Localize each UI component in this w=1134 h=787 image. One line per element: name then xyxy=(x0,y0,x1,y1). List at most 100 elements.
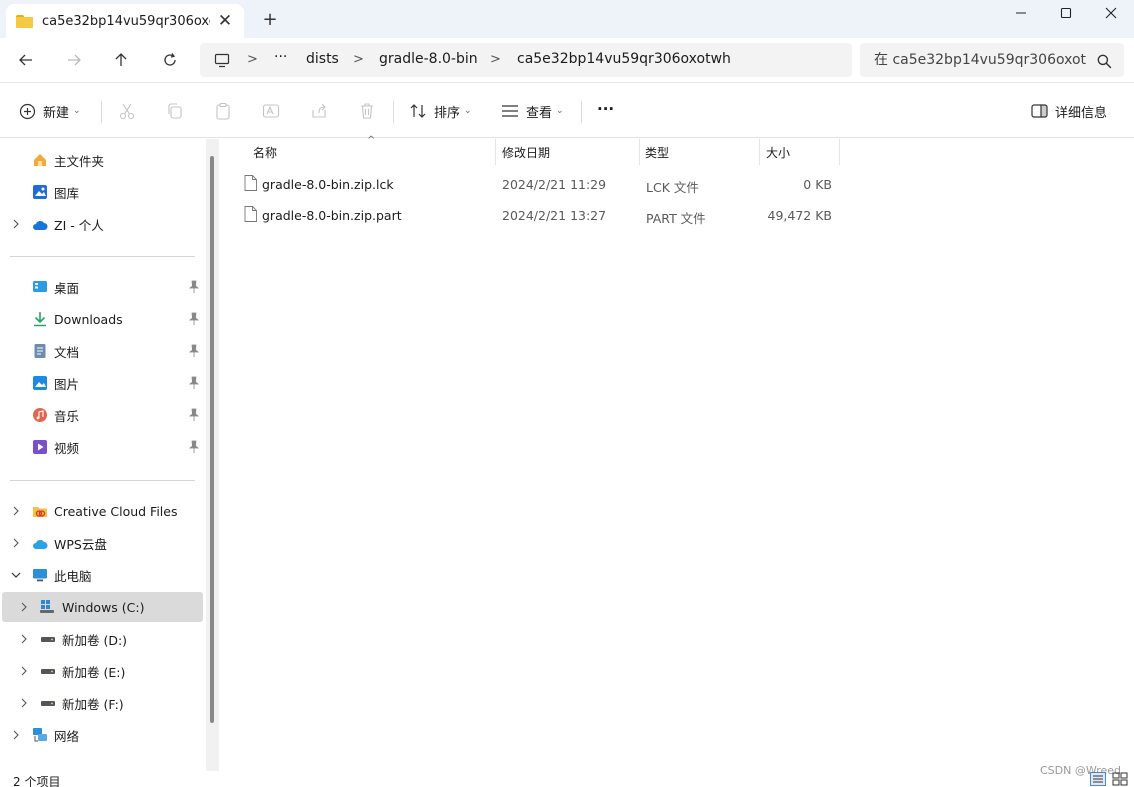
chevron-right-icon[interactable] xyxy=(9,217,23,231)
up-button[interactable] xyxy=(107,48,135,72)
sort-icon xyxy=(410,104,426,118)
column-divider[interactable] xyxy=(639,139,640,165)
sidebar-item-documents[interactable]: 文档 xyxy=(0,336,203,366)
sidebar-item-music[interactable]: 音乐 xyxy=(0,400,203,430)
sidebar-item-gallery[interactable]: 图库 xyxy=(0,177,203,207)
delete-button[interactable] xyxy=(356,100,378,122)
back-button[interactable] xyxy=(12,48,40,72)
maximize-button[interactable] xyxy=(1043,0,1089,26)
sidebar-item-onedrive[interactable]: ZI - 个人 xyxy=(0,209,203,239)
sidebar-item-label: 新加卷 (D:) xyxy=(62,632,128,648)
title-bar: ca5e32bp14vu59qr306oxot ✕ + xyxy=(0,0,1134,38)
column-divider[interactable] xyxy=(839,139,840,165)
close-window-button[interactable] xyxy=(1088,0,1134,26)
rename-button[interactable] xyxy=(260,100,282,122)
sidebar-scrollbar-thumb[interactable] xyxy=(210,156,214,723)
column-header-name[interactable]: 名称 xyxy=(253,139,277,165)
search-input[interactable] xyxy=(874,52,1088,68)
address-bar[interactable]: > ··· dists > gradle-8.0-bin > ca5e32bp1… xyxy=(200,43,852,77)
folder-icon xyxy=(16,14,33,28)
column-divider[interactable] xyxy=(495,139,496,165)
sidebar-item-label: Creative Cloud Files xyxy=(54,503,178,519)
view-button-label: 查看 xyxy=(526,105,553,121)
sidebar-item-label: 文档 xyxy=(54,344,80,360)
sidebar-item-wps-cloud[interactable]: WPS云盘 xyxy=(0,528,203,558)
view-button[interactable]: 查看 ⌄ xyxy=(501,99,564,123)
home-icon xyxy=(34,154,46,166)
sort-button[interactable]: 排序 ⌄ xyxy=(409,99,472,123)
sort-button-label: 排序 xyxy=(434,105,461,121)
breadcrumb-current-folder[interactable]: ca5e32bp14vu59qr306oxotwh xyxy=(517,51,731,67)
sidebar-item-desktop[interactable]: 桌面 xyxy=(0,272,203,302)
computer-icon xyxy=(214,53,230,68)
chevron-right-icon[interactable] xyxy=(9,504,23,518)
creative-cloud-icon xyxy=(33,507,47,517)
column-header-modified[interactable]: 修改日期 xyxy=(502,139,550,165)
tiles-view-icon[interactable] xyxy=(1112,772,1128,786)
sidebar-item-network[interactable]: 网络 xyxy=(0,720,203,750)
search-icon xyxy=(1097,54,1112,69)
paste-button[interactable] xyxy=(212,100,234,122)
refresh-icon xyxy=(164,53,176,66)
file-modified: 2024/2/21 11:29 xyxy=(502,177,607,192)
chevron-down-icon: ⌄ xyxy=(556,106,564,116)
file-list: ^ 名称 修改日期 类型 大小 gradle-8.0-bin.zip.lck 2… xyxy=(219,135,1134,771)
refresh-button[interactable] xyxy=(156,48,184,72)
minimize-button[interactable] xyxy=(998,0,1044,26)
breadcrumb-overflow[interactable]: ··· xyxy=(274,49,287,65)
sidebar-item-windows-c[interactable]: Windows (C:) xyxy=(2,592,203,622)
share-icon xyxy=(312,103,326,118)
desktop-icon xyxy=(33,281,47,292)
share-button[interactable] xyxy=(308,100,330,122)
column-header-size[interactable]: 大小 xyxy=(766,139,790,165)
new-button[interactable]: 新建 ⌄ xyxy=(19,99,81,123)
breadcrumb-gradle[interactable]: gradle-8.0-bin xyxy=(379,51,478,67)
sidebar-item-this-pc[interactable]: 此电脑 xyxy=(0,560,203,590)
drive-icon xyxy=(41,637,55,642)
chevron-right-icon[interactable] xyxy=(17,632,31,646)
new-button-label: 新建 xyxy=(43,105,70,121)
chevron-right-icon[interactable] xyxy=(9,536,23,550)
pin-icon xyxy=(188,344,200,357)
pin-icon xyxy=(188,280,200,293)
table-row[interactable]: gradle-8.0-bin.zip.part 2024/2/21 13:27 … xyxy=(239,200,839,230)
sidebar-item-videos[interactable]: 视频 xyxy=(0,432,203,462)
chevron-right-icon[interactable] xyxy=(17,696,31,710)
new-tab-button[interactable]: + xyxy=(258,8,282,30)
details-pane-button[interactable]: 详细信息 xyxy=(1031,99,1107,123)
sidebar-item-downloads[interactable]: Downloads xyxy=(0,304,203,334)
arrow-up-icon xyxy=(115,53,127,66)
sidebar-divider xyxy=(10,480,195,481)
column-divider[interactable] xyxy=(759,139,760,165)
wps-cloud-icon xyxy=(33,539,48,549)
chevron-right-icon[interactable] xyxy=(17,664,31,678)
copy-icon xyxy=(168,103,182,119)
trash-icon xyxy=(361,103,373,119)
copy-button[interactable] xyxy=(164,100,186,122)
sidebar-item-creative-cloud[interactable]: Creative Cloud Files xyxy=(0,496,203,526)
chevron-down-icon[interactable] xyxy=(9,568,23,582)
tab-current-folder[interactable]: ca5e32bp14vu59qr306oxot ✕ xyxy=(6,4,244,38)
sidebar-item-label: Windows (C:) xyxy=(62,599,145,615)
sidebar-item-label: 此电脑 xyxy=(54,568,92,584)
cut-button[interactable] xyxy=(116,100,138,122)
sidebar-item-drive-d[interactable]: 新加卷 (D:) xyxy=(0,624,203,654)
breadcrumb-dists[interactable]: dists xyxy=(306,51,339,67)
forward-button[interactable] xyxy=(60,48,88,72)
more-options-button[interactable]: ··· xyxy=(597,97,614,121)
document-icon xyxy=(34,344,46,358)
chevron-right-icon[interactable] xyxy=(17,600,31,614)
sidebar-item-drive-e[interactable]: 新加卷 (E:) xyxy=(0,656,203,686)
sidebar-item-drive-f[interactable]: 新加卷 (F:) xyxy=(0,688,203,718)
file-icon xyxy=(244,175,257,191)
table-row[interactable]: gradle-8.0-bin.zip.lck 2024/2/21 11:29 L… xyxy=(239,169,839,199)
tab-close-button[interactable]: ✕ xyxy=(214,10,236,32)
search-box[interactable] xyxy=(860,43,1124,77)
column-header-type[interactable]: 类型 xyxy=(645,139,669,165)
network-icon xyxy=(33,728,47,742)
breadcrumb-separator: > xyxy=(353,52,364,67)
details-view-icon[interactable] xyxy=(1090,772,1106,786)
chevron-right-icon[interactable] xyxy=(9,728,23,742)
sidebar-item-pictures[interactable]: 图片 xyxy=(0,368,203,398)
sidebar-item-home[interactable]: 主文件夹 xyxy=(0,145,203,175)
